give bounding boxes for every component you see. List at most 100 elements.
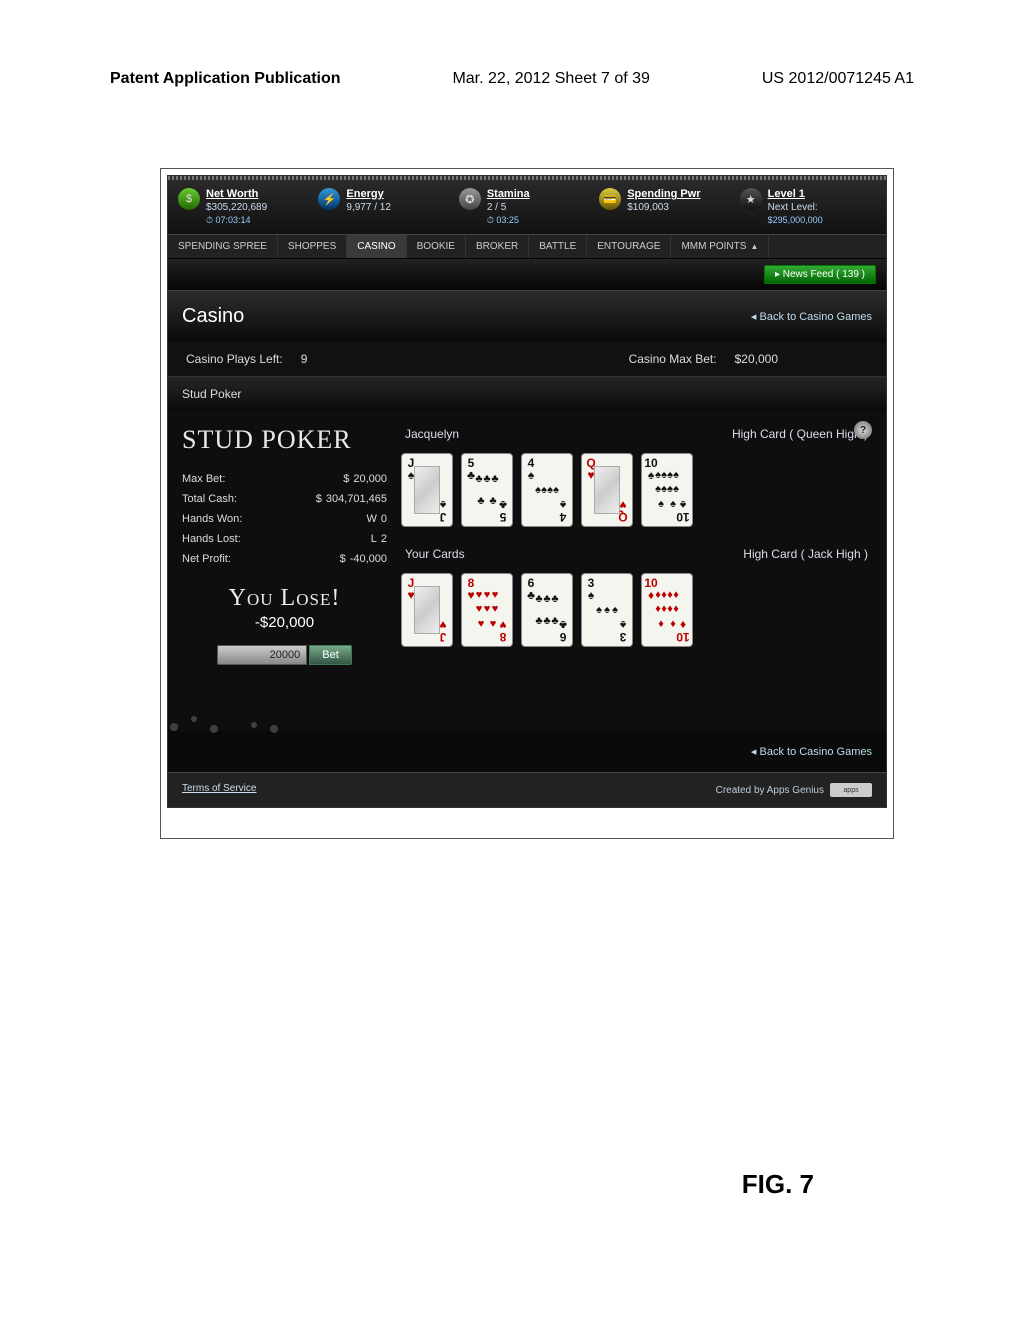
game-stat-line: Hands Won: W0 bbox=[182, 509, 387, 529]
max-bet-label: Casino Max Bet: bbox=[629, 352, 717, 366]
back-to-games-link-bottom[interactable]: ◂ Back to Casino Games bbox=[751, 745, 872, 758]
page-header: Patent Application Publication Mar. 22, … bbox=[0, 0, 1024, 108]
game-body: ? Stud Poker Max Bet: $20,000 Total Cash: $… bbox=[168, 411, 886, 731]
energy-icon: ⚡ bbox=[318, 188, 340, 210]
card-pips: ♦♦♦♦♦♦♦♦♦♦ bbox=[655, 588, 679, 632]
stat-key: Net Profit: bbox=[182, 553, 262, 565]
bet-row: Bet bbox=[182, 645, 387, 665]
casino-info-row: Casino Plays Left: 9 Casino Max Bet: $20… bbox=[168, 342, 886, 376]
stat-value: W0 bbox=[366, 513, 387, 525]
tab-casino[interactable]: CASINO bbox=[347, 235, 406, 258]
sub-header: Stud Poker bbox=[168, 376, 886, 411]
playing-card: 3♠♠♠♠3♠ bbox=[581, 573, 633, 647]
tab-entourage[interactable]: ENTOURAGE bbox=[587, 235, 671, 258]
tab-bookie[interactable]: BOOKIE bbox=[407, 235, 466, 258]
card-corner: 8♥ bbox=[497, 619, 509, 643]
game-screenshot: $ Net Worth $305,220,689 ⏱ 07:03:14 ⚡ En… bbox=[167, 175, 887, 808]
playing-card: 6♣♣♣♣♣♣♣6♣ bbox=[521, 573, 573, 647]
stat-timer: ⏱ 07:03:14 bbox=[206, 215, 267, 226]
stat-key: Max Bet: bbox=[182, 473, 262, 485]
stat-value: $304,701,465 bbox=[316, 493, 387, 505]
bottom-bar: Terms of Service Created by Apps Genius … bbox=[168, 772, 886, 807]
stamina-icon: ✪ bbox=[459, 188, 481, 210]
tab-shoppes[interactable]: SHOPPES bbox=[278, 235, 347, 258]
game-stat-line: Total Cash: $304,701,465 bbox=[182, 489, 387, 509]
points-up-icon: ▲ bbox=[750, 242, 758, 251]
stat-value: Next Level: bbox=[768, 202, 823, 213]
opponent-rank: High Card ( Queen High ) bbox=[732, 427, 868, 441]
card-corner: 5♣ bbox=[497, 499, 509, 523]
card-corner: 10♦ bbox=[677, 619, 689, 643]
card-corner: 4♠ bbox=[557, 499, 569, 523]
card-corner: 6♣ bbox=[557, 619, 569, 643]
game-stat-line: Hands Lost:L2 bbox=[182, 529, 387, 549]
stat-value: 9,977 / 12 bbox=[346, 202, 390, 213]
card-corner: J♠ bbox=[437, 499, 449, 523]
card-pips: ♠♠♠♠♠♠♠♠♠♠ bbox=[655, 468, 679, 512]
decorative-sparkle-icon bbox=[164, 699, 294, 735]
card-corner: 3♠ bbox=[617, 619, 629, 643]
card-pips: ♠♠♠♠ bbox=[535, 468, 559, 512]
opponent-hand-label: Jacquelyn High Card ( Queen High ) bbox=[401, 425, 872, 443]
tab-battle[interactable]: BATTLE bbox=[529, 235, 587, 258]
stat-value: $-40,000 bbox=[340, 553, 387, 565]
figure-frame: $ Net Worth $305,220,689 ⏱ 07:03:14 ⚡ En… bbox=[160, 168, 894, 839]
tab-mmm-points[interactable]: MMM POINTS▲ bbox=[671, 235, 769, 258]
game-left-panel: Stud Poker Max Bet: $20,000 Total Cash: $30… bbox=[182, 425, 387, 717]
tab-broker[interactable]: BROKER bbox=[466, 235, 529, 258]
dollar-icon: $ bbox=[178, 188, 200, 210]
stat-label: Spending Pwr bbox=[627, 188, 700, 200]
stat-label: Net Worth bbox=[206, 188, 267, 200]
playing-card: 10♠♠♠♠♠♠♠♠♠♠♠10♠ bbox=[641, 453, 693, 527]
footer-back-row: ◂ Back to Casino Games bbox=[168, 731, 886, 772]
opponent-cards: J♠J♠5♣♣♣♣♣♣5♣4♠♠♠♠♠4♠Q♥Q♥10♠♠♠♠♠♠♠♠♠♠♠10… bbox=[401, 449, 872, 539]
stat-timer: ⏱ 03:25 bbox=[487, 215, 530, 226]
game-stat-line: Net Profit: $-40,000 bbox=[182, 549, 387, 569]
bet-button[interactable]: Bet bbox=[309, 645, 352, 665]
stat-label: Stamina bbox=[487, 188, 530, 200]
max-bet-value: $20,000 bbox=[735, 352, 778, 366]
card-corner: 10♠ bbox=[677, 499, 689, 523]
card-pips: ♠♠♠ bbox=[595, 588, 619, 632]
apps-genius-logo: apps bbox=[830, 783, 872, 797]
help-icon[interactable]: ? bbox=[854, 421, 872, 439]
game-title: Stud Poker bbox=[182, 425, 387, 455]
card-pips: ♣♣♣♣♣ bbox=[475, 468, 499, 512]
spending-icon: 💳 bbox=[599, 188, 621, 210]
stat-value: $305,220,689 bbox=[206, 202, 267, 213]
terms-of-service-link[interactable]: Terms of Service bbox=[182, 783, 256, 797]
game-stat-line: Max Bet: $20,000 bbox=[182, 469, 387, 489]
playing-card: 10♦♦♦♦♦♦♦♦♦♦♦10♦ bbox=[641, 573, 693, 647]
playing-card: J♥J♥ bbox=[401, 573, 453, 647]
player-rank: High Card ( Jack High ) bbox=[743, 547, 868, 561]
bet-input[interactable] bbox=[217, 645, 307, 665]
opponent-name: Jacquelyn bbox=[405, 427, 459, 441]
stat-value: $109,003 bbox=[627, 202, 700, 213]
news-feed-row: ▸ News Feed ( 139 ) bbox=[168, 259, 886, 290]
player-hand-label: Your Cards High Card ( Jack High ) bbox=[401, 545, 872, 563]
tab-spending-spree[interactable]: SPENDING SPREE bbox=[168, 235, 278, 258]
stat-next: $295,000,000 bbox=[768, 215, 823, 225]
stat-key: Hands Won: bbox=[182, 513, 262, 525]
stat-bar: $ Net Worth $305,220,689 ⏱ 07:03:14 ⚡ En… bbox=[168, 180, 886, 234]
result-amount: -$20,000 bbox=[182, 614, 387, 631]
stat-net-worth: $ Net Worth $305,220,689 ⏱ 07:03:14 bbox=[178, 188, 314, 226]
news-feed-button[interactable]: ▸ News Feed ( 139 ) bbox=[764, 265, 876, 284]
figure-caption: FIG. 7 bbox=[742, 1169, 814, 1200]
playing-card: 4♠♠♠♠♠4♠ bbox=[521, 453, 573, 527]
card-pips: ♥♥♥♥♥♥♥♥ bbox=[475, 588, 499, 632]
plays-left-label: Casino Plays Left: bbox=[186, 352, 283, 366]
stat-value: L2 bbox=[371, 533, 387, 545]
back-to-games-link[interactable]: ◂ Back to Casino Games bbox=[751, 310, 872, 323]
stat-level: ★ Level 1 Next Level: $295,000,000 bbox=[740, 188, 876, 226]
playing-card: J♠J♠ bbox=[401, 453, 453, 527]
playing-card: 5♣♣♣♣♣♣5♣ bbox=[461, 453, 513, 527]
plays-left-value: 9 bbox=[301, 352, 308, 366]
level-icon: ★ bbox=[740, 188, 762, 210]
section-title: Casino bbox=[182, 305, 244, 328]
stat-value: 2 / 5 bbox=[487, 202, 530, 213]
stat-value: $20,000 bbox=[343, 473, 387, 485]
playing-card: 8♥♥♥♥♥♥♥♥♥8♥ bbox=[461, 573, 513, 647]
publication-label: Patent Application Publication bbox=[110, 70, 341, 88]
stat-key: Total Cash: bbox=[182, 493, 262, 505]
